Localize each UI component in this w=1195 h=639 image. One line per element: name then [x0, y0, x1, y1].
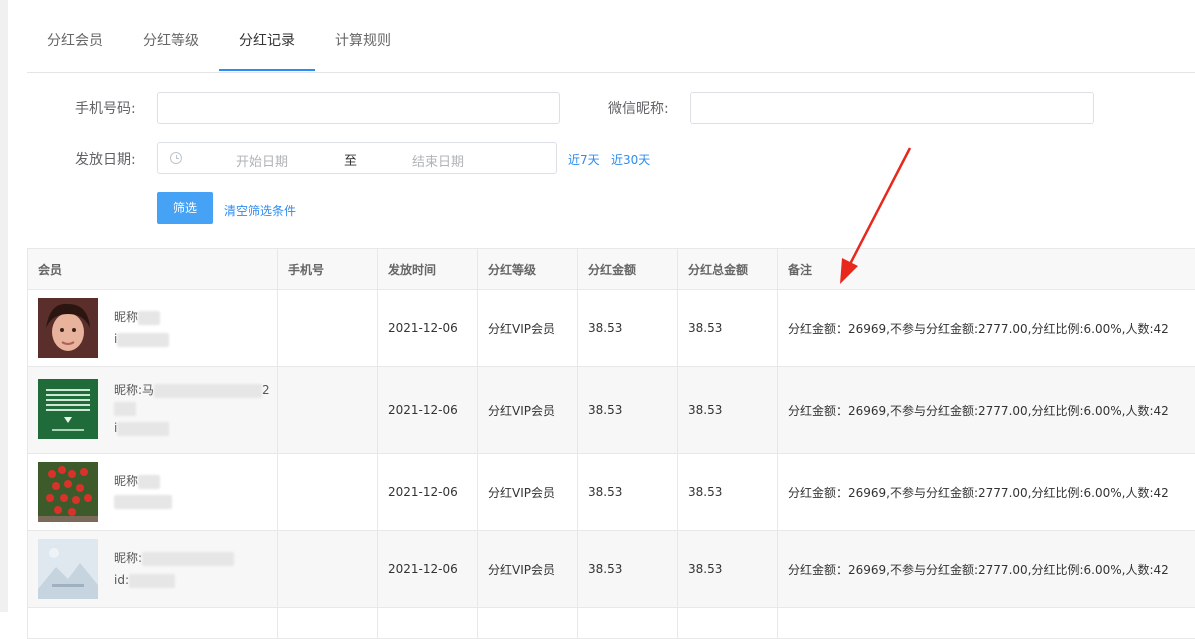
wechat-nickname-input[interactable]	[690, 92, 1094, 124]
header-amount: 分红金额	[578, 249, 678, 289]
nickname-redacted	[114, 401, 136, 416]
amount-cell: 38.53	[578, 454, 678, 530]
time-cell: 2021-12-06	[378, 290, 478, 366]
id-redacted	[117, 332, 170, 347]
range-separator: 至	[344, 154, 358, 169]
table-row: 昵称: id: 2021-12-06 分红VIP会员 38.53 38.53 分…	[28, 531, 1195, 608]
total-cell: 38.53	[678, 367, 778, 453]
avatar	[38, 298, 98, 358]
tab-bar: 分红会员 分红等级 分红记录 计算规则	[27, 0, 1195, 73]
amount-cell: 38.53	[578, 531, 678, 607]
amount-cell	[578, 608, 678, 638]
tab-dividend-records[interactable]: 分红记录	[219, 0, 315, 71]
left-edge	[0, 0, 8, 612]
records-table: 会员 手机号 发放时间 分红等级 分红金额 分红总金额 备注 昵称 i 2021…	[27, 248, 1195, 639]
header-level: 分红等级	[478, 249, 578, 289]
member-cell: 昵称	[28, 454, 278, 530]
level-cell: 分红VIP会员	[478, 367, 578, 453]
clear-filters-link[interactable]: 清空筛选条件	[224, 202, 296, 219]
phone-cell	[278, 290, 378, 366]
phone-cell	[278, 367, 378, 453]
end-date-input[interactable]: 结束日期	[412, 151, 464, 170]
member-nickname-cont	[114, 401, 136, 416]
phone-cell	[278, 531, 378, 607]
remark-cell	[778, 608, 1195, 638]
total-cell: 38.53	[678, 290, 778, 366]
level-cell	[478, 608, 578, 638]
header-total: 分红总金额	[678, 249, 778, 289]
table-header: 会员 手机号 发放时间 分红等级 分红金额 分红总金额 备注	[28, 249, 1195, 290]
active-tab-indicator	[219, 69, 315, 71]
last-30-days-link[interactable]: 近30天	[611, 151, 650, 168]
level-cell: 分红VIP会员	[478, 531, 578, 607]
amount-cell: 38.53	[578, 290, 678, 366]
header-member: 会员	[28, 249, 278, 289]
remark-cell: 分红金额：26969,不参与分红金额:2777.00,分红比例:6.00%,人数…	[788, 321, 1169, 336]
last-7-days-link[interactable]: 近7天	[568, 151, 600, 168]
phone-cell	[278, 608, 378, 638]
nickname-redacted	[138, 474, 161, 489]
member-nickname: 昵称:马 2	[114, 383, 270, 398]
avatar	[38, 379, 98, 439]
date-range-picker[interactable]: 开始日期 至 结束日期	[157, 142, 557, 174]
id-redacted	[129, 573, 175, 588]
header-phone: 手机号	[278, 249, 378, 289]
nickname-redacted	[154, 383, 263, 398]
total-cell	[678, 608, 778, 638]
table-row: 昵称:马 2 i 2021-12-06 分红VIP会员 38.53 38.53 分…	[28, 367, 1195, 454]
total-cell: 38.53	[678, 454, 778, 530]
phone-input[interactable]	[157, 92, 560, 124]
clock-icon	[170, 152, 182, 164]
member-id: i	[114, 421, 170, 436]
level-cell: 分红VIP会员	[478, 454, 578, 530]
header-time: 发放时间	[378, 249, 478, 289]
member-nickname: 昵称	[114, 472, 161, 489]
wechat-nickname-label: 微信昵称:	[608, 101, 669, 117]
nickname-redacted	[138, 310, 161, 325]
phone-cell	[278, 454, 378, 530]
member-cell: 昵称: id:	[28, 531, 278, 607]
phone-label: 手机号码:	[75, 101, 136, 117]
time-cell: 2021-12-06	[378, 531, 478, 607]
time-cell	[378, 608, 478, 638]
member-nickname: 昵称:	[114, 549, 235, 566]
member-cell: 昵称:马 2 i	[28, 367, 278, 453]
member-cell: 昵称 i	[28, 290, 278, 366]
member-cell	[28, 608, 278, 638]
remark-cell: 分红金额：26969,不参与分红金额:2777.00,分红比例:6.00%,人数…	[788, 562, 1169, 577]
table-row: 昵称 2021-12-06 分红VIP会员 38.53 38.53 分红金额：2…	[28, 454, 1195, 531]
table-row: 昵称 i 2021-12-06 分红VIP会员 38.53 38.53 分红金额…	[28, 290, 1195, 367]
total-cell: 38.53	[678, 531, 778, 607]
id-redacted	[114, 494, 172, 509]
member-id	[114, 494, 172, 509]
member-id: id:	[114, 573, 175, 588]
tab-dividend-members[interactable]: 分红会员	[47, 0, 103, 71]
start-date-input[interactable]: 开始日期	[236, 151, 288, 170]
avatar	[38, 539, 98, 599]
header-remark: 备注	[788, 262, 813, 277]
date-label: 发放日期:	[75, 152, 136, 168]
tab-dividend-levels[interactable]: 分红等级	[143, 0, 199, 71]
member-nickname: 昵称	[114, 308, 161, 325]
remark-cell: 分红金额：26969,不参与分红金额:2777.00,分红比例:6.00%,人数…	[788, 403, 1169, 418]
time-cell: 2021-12-06	[378, 454, 478, 530]
amount-cell: 38.53	[578, 367, 678, 453]
table-row	[28, 608, 1195, 639]
remark-cell: 分红金额：26969,不参与分红金额:2777.00,分红比例:6.00%,人数…	[788, 485, 1169, 500]
member-id: i	[114, 332, 170, 347]
avatar	[38, 462, 98, 522]
nickname-redacted	[142, 551, 235, 566]
filter-button[interactable]: 筛选	[157, 192, 213, 224]
id-redacted	[117, 421, 170, 436]
tab-calc-rules[interactable]: 计算规则	[335, 0, 391, 71]
time-cell: 2021-12-06	[378, 367, 478, 453]
level-cell: 分红VIP会员	[478, 290, 578, 366]
